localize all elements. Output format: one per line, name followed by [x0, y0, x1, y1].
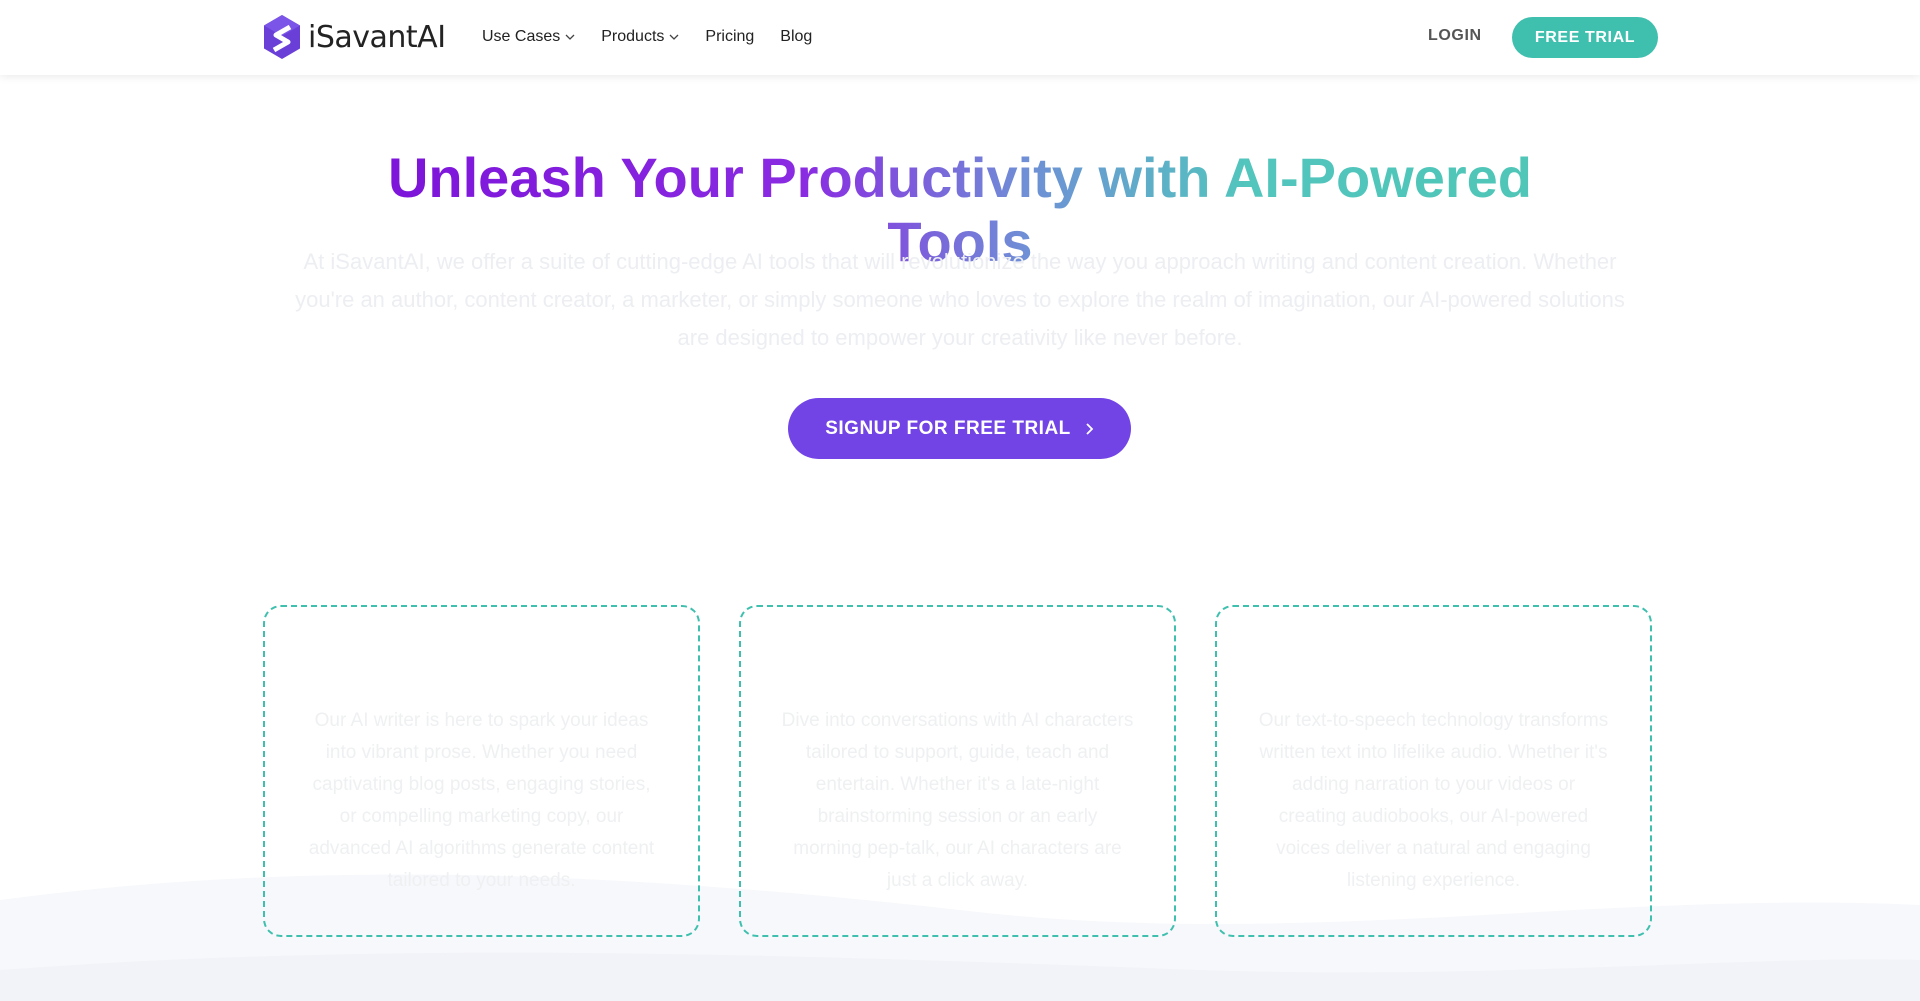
hexagon-s-logo-icon	[264, 15, 300, 59]
feature-card-text: Our text-to-speech technology transforms…	[1258, 710, 1609, 891]
nav-products[interactable]: Products	[601, 28, 679, 46]
feature-card-text: Our AI writer is here to spark your idea…	[308, 710, 655, 891]
chevron-right-icon	[1086, 422, 1094, 435]
site-header: iSavantAI Use Cases Products Pricing Blo…	[0, 0, 1920, 75]
signup-free-trial-button[interactable]: SIGNUP FOR FREE TRIAL	[788, 398, 1131, 459]
nav-pricing[interactable]: Pricing	[705, 28, 754, 46]
hero-description: At iSavantAI, we offer a suite of cuttin…	[295, 249, 1625, 350]
nav-pricing-label: Pricing	[705, 28, 755, 45]
nav-blog-label: Blog	[780, 28, 813, 45]
feature-card-ai-writer[interactable]: Our AI writer is here to spark your idea…	[263, 605, 700, 937]
feature-card-ai-characters[interactable]: Dive into conversations with AI characte…	[739, 605, 1176, 937]
chevron-down-icon	[669, 34, 679, 40]
login-link[interactable]: LOGIN	[1428, 27, 1482, 45]
logo-text: iSavantAI	[308, 19, 446, 55]
nav-use-cases-label: Use Cases	[482, 28, 561, 45]
feature-card-text: Dive into conversations with AI characte…	[781, 710, 1134, 891]
feature-card-text-to-speech[interactable]: Our text-to-speech technology transforms…	[1215, 605, 1652, 937]
free-trial-button[interactable]: FREE TRIAL	[1512, 17, 1658, 58]
nav-products-label: Products	[601, 28, 665, 45]
logo-link[interactable]: iSavantAI	[262, 14, 446, 60]
signup-button-label: SIGNUP FOR FREE TRIAL	[825, 417, 1071, 439]
main-nav: Use Cases Products Pricing Blog	[482, 28, 812, 46]
nav-blog[interactable]: Blog	[780, 28, 812, 46]
chevron-down-icon	[565, 34, 575, 40]
nav-use-cases[interactable]: Use Cases	[482, 28, 575, 46]
